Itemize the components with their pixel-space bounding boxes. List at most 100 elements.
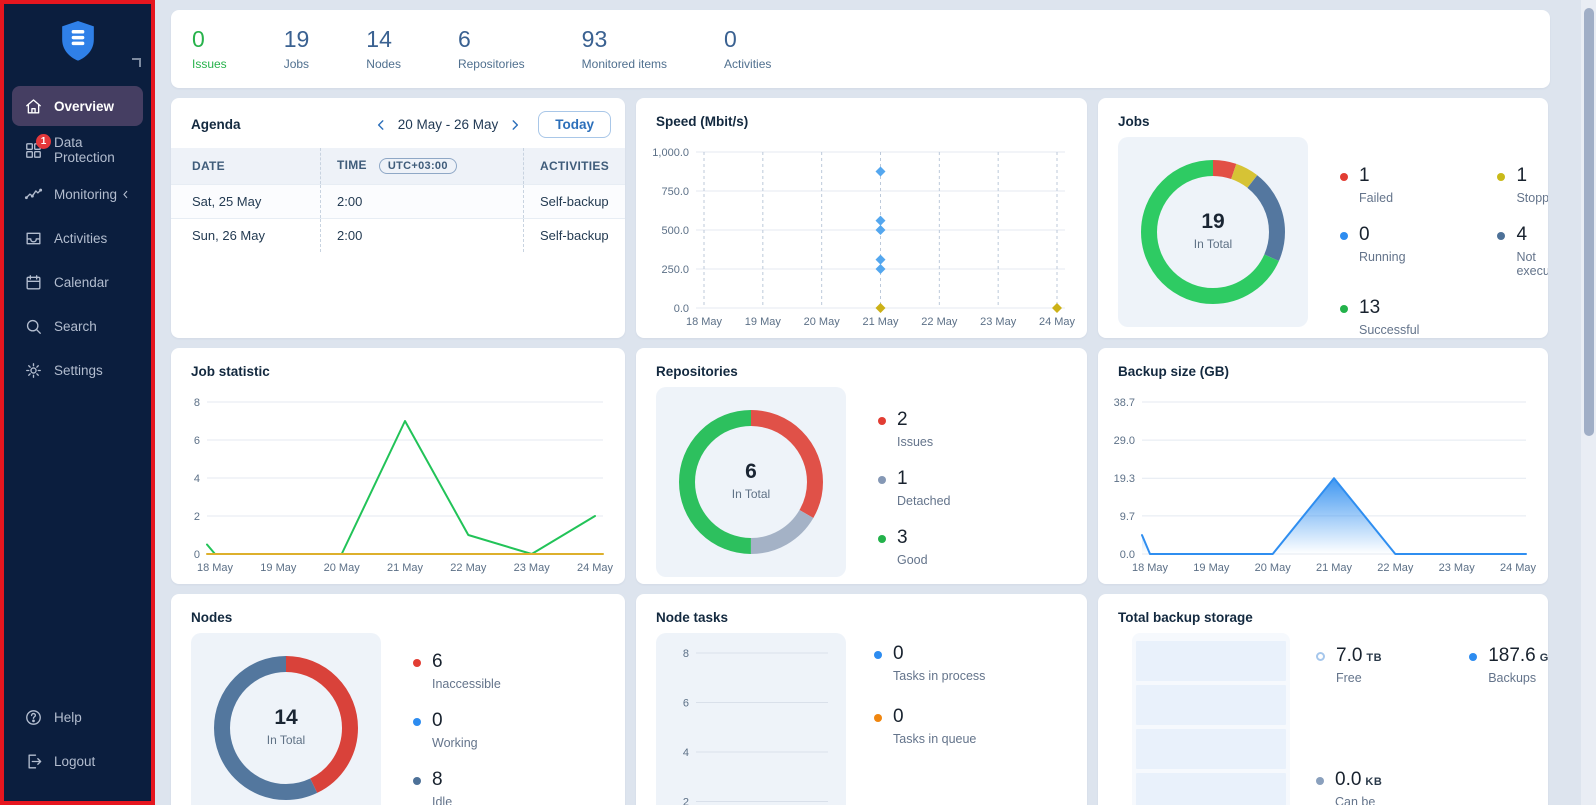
storage-segments-panel	[1132, 633, 1290, 805]
agenda-header: Agenda 20 May - 26 May Today	[171, 98, 625, 142]
svg-text:6: 6	[745, 460, 757, 483]
svg-text:14: 14	[274, 706, 298, 729]
vertical-scrollbar-track[interactable]	[1581, 0, 1596, 805]
svg-text:24 May: 24 May	[577, 562, 613, 574]
legend-value: 0	[1359, 224, 1406, 246]
legend-label: Running	[1359, 250, 1406, 264]
prev-week-arrow-icon[interactable]	[372, 116, 390, 134]
agenda-row[interactable]: Sat, 25 May2:00Self-backup	[171, 185, 625, 219]
legend-value: 0	[893, 643, 985, 665]
dashboard-grid: Agenda 20 May - 26 May Today DATE	[171, 98, 1550, 805]
legend-value: 7.0TB	[1336, 645, 1382, 667]
svg-text:21 May: 21 May	[1316, 562, 1353, 574]
sidebar-collapse-icon[interactable]	[132, 58, 141, 67]
sidebar-item-overview[interactable]: Overview	[12, 86, 143, 126]
legend-item-good: 3Good	[878, 527, 951, 567]
stat-jobs: 19Jobs	[284, 27, 310, 71]
settings-icon	[24, 361, 43, 380]
speed-card: Speed (Mbit/s) 0.0250.0500.0750.01,000.0…	[636, 98, 1087, 338]
svg-text:18 May: 18 May	[197, 562, 234, 574]
speed-chart: 0.0250.0500.0750.01,000.018 May19 May20 …	[640, 142, 1075, 332]
svg-text:1,000.0: 1,000.0	[652, 147, 689, 159]
sidebar-item-label: Monitoring	[54, 187, 117, 202]
legend-label: Issues	[897, 435, 933, 449]
app-logo	[4, 12, 151, 70]
svg-text:20 May: 20 May	[1255, 562, 1292, 574]
legend-label: Failed	[1359, 191, 1393, 205]
sidebar-item-logout[interactable]: Logout	[12, 741, 143, 781]
svg-text:18 May: 18 May	[686, 316, 723, 328]
sidebar-item-settings[interactable]: Settings	[12, 350, 143, 390]
next-week-arrow-icon[interactable]	[506, 116, 524, 134]
legend-dot-icon	[1469, 653, 1477, 661]
legend-value: 3	[897, 527, 928, 549]
stat-nodes: 14Nodes	[366, 27, 401, 71]
vertical-scrollbar-thumb[interactable]	[1584, 8, 1594, 436]
nodes-donut-panel: 14 In Total	[191, 633, 381, 805]
summary-stats-card: 0Issues19Jobs14Nodes6Repositories93Monit…	[171, 10, 1550, 88]
agenda-row[interactable]: Sun, 26 May2:00Self-backup	[171, 219, 625, 253]
sidebar-item-activities[interactable]: Activities	[12, 218, 143, 258]
stat-label: Monitored items	[582, 57, 667, 71]
svg-text:0.0: 0.0	[674, 303, 689, 315]
svg-text:0: 0	[194, 549, 200, 561]
storage-segment	[1136, 729, 1286, 769]
backup-size-chart-area: 0.09.719.329.038.718 May19 May20 May21 M…	[1102, 392, 1536, 578]
sidebar-item-help[interactable]: Help	[12, 697, 143, 737]
svg-text:2: 2	[194, 511, 200, 523]
legend-dot-icon	[1340, 305, 1348, 313]
storage-legend: 7.0TBFree0.0KBCan be reclaimed187.6GBBac…	[1316, 645, 1548, 805]
sidebar-item-label: Activities	[54, 231, 107, 246]
legend-label: Inaccessible	[432, 677, 501, 691]
agenda-title: Agenda	[191, 117, 241, 132]
svg-text:4: 4	[194, 473, 200, 485]
svg-text:In Total: In Total	[267, 733, 305, 747]
legend-item-successful: 13Successful	[1340, 297, 1419, 337]
storage-segment	[1136, 641, 1286, 681]
svg-text:29.0: 29.0	[1114, 435, 1135, 447]
stat-label: Repositories	[458, 57, 525, 71]
legend-value: 187.6GB	[1488, 645, 1548, 667]
legend-dot-icon	[413, 777, 421, 785]
legend-value: 8	[432, 769, 452, 791]
svg-text:22 May: 22 May	[921, 316, 958, 328]
legend-label: Not executed	[1516, 250, 1548, 278]
job_statistic-chart: 0246818 May19 May20 May21 May22 May23 Ma…	[175, 392, 613, 578]
jobs-legend: 1Failed0Running13Successful1Stopped4Not …	[1340, 165, 1548, 337]
jobs-card: Jobs 19In Total 1Failed0Running13Success…	[1098, 98, 1548, 338]
svg-text:6: 6	[683, 698, 689, 710]
jobs-card-title: Jobs	[1098, 98, 1548, 129]
storage-card-body: 7.0TBFree0.0KBCan be reclaimed187.6GBBac…	[1098, 633, 1548, 805]
svg-text:In Total: In Total	[732, 487, 770, 501]
legend-dot-icon	[874, 714, 882, 722]
svg-text:19: 19	[1201, 210, 1224, 233]
sidebar-item-data-protection[interactable]: 1Data Protection	[12, 130, 143, 170]
agenda-activity-cell: Self-backup	[524, 219, 626, 253]
jobs-donut-panel: 19In Total	[1118, 137, 1308, 327]
sidebar-item-search[interactable]: Search	[12, 306, 143, 346]
repositories-donut-panel: 6 In Total	[656, 387, 846, 577]
sidebar-item-monitoring[interactable]: Monitoring	[12, 174, 143, 214]
svg-text:38.7: 38.7	[1114, 397, 1135, 409]
today-button[interactable]: Today	[538, 111, 611, 138]
help-icon	[24, 708, 43, 727]
svg-text:6: 6	[194, 435, 200, 447]
legend-dot-icon	[1316, 652, 1325, 661]
agenda-activity-cell: Self-backup	[524, 185, 626, 219]
legend-value: 4	[1516, 224, 1548, 246]
jobs-donut-chart: 19In Total	[1138, 157, 1288, 307]
sidebar-footer-nav: HelpLogout	[4, 695, 151, 783]
legend-item-stopped: 1Stopped	[1497, 165, 1548, 205]
svg-text:20 May: 20 May	[324, 562, 361, 574]
node-tasks-chart-panel: 02468	[656, 633, 846, 805]
node_tasks-chart: 02468	[656, 633, 846, 805]
svg-text:4: 4	[683, 747, 689, 759]
sidebar-item-calendar[interactable]: Calendar	[12, 262, 143, 302]
collapse-chevron-icon[interactable]	[118, 187, 133, 202]
job-statistic-chart-area: 0246818 May19 May20 May21 May22 May23 Ma…	[175, 392, 613, 578]
backup-size-title: Backup size (GB)	[1098, 348, 1548, 379]
storage-segment	[1136, 773, 1286, 805]
sidebar-item-label: Data Protection	[54, 135, 143, 165]
stat-issues: 0Issues	[192, 27, 227, 71]
speed-chart-area: 0.0250.0500.0750.01,000.018 May19 May20 …	[640, 142, 1075, 332]
